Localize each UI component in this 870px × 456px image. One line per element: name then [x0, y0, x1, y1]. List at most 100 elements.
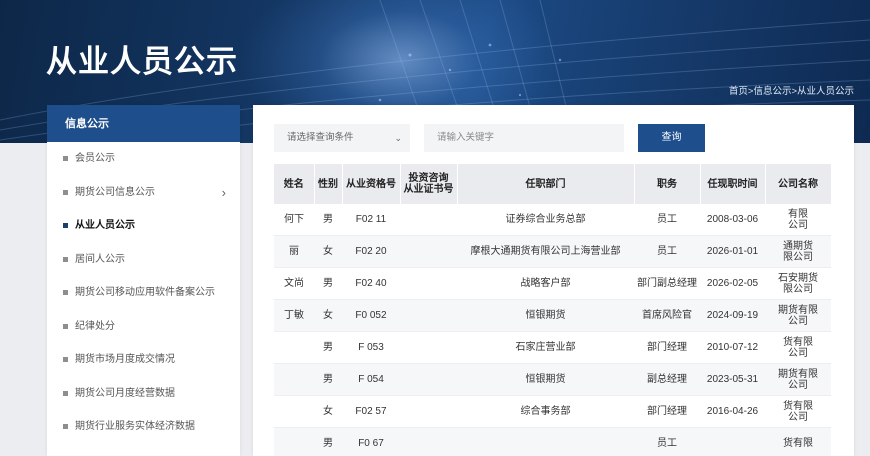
- sidebar-item-practitioners[interactable]: 从业人员公示: [47, 209, 240, 243]
- col-header-cert: 从业资格号: [342, 164, 401, 204]
- cell-title: 部门经理: [634, 331, 700, 364]
- cell-title: 部门副总经理: [634, 267, 700, 300]
- table-row: 男F 053 石家庄营业部 部门经理 2010-07-12 货有限 公司: [274, 331, 831, 364]
- cell-name: [274, 395, 314, 428]
- cell-date: 2023-05-31: [700, 363, 765, 396]
- breadcrumb[interactable]: 首页>信息公示>从业人员公示: [729, 83, 854, 97]
- query-condition-select[interactable]: 请选择查询条件 ⌄: [274, 124, 410, 152]
- col-header-name: 姓名: [274, 164, 315, 204]
- col-header-advisory: 投资咨询 从业证书号: [400, 164, 458, 204]
- sidebar-item-label: 期货市场月度成交情况: [75, 354, 175, 365]
- sidebar-item-label: 期货行业服务实体经济数据: [75, 421, 195, 432]
- bullet-icon: [63, 323, 68, 329]
- bullet-icon: [63, 189, 68, 195]
- sidebar-item-label: 从业人员公示: [75, 220, 135, 231]
- cell-advisory: [400, 235, 457, 268]
- cell-date: 2024-09-19: [700, 299, 765, 332]
- cell-company: 货有限 公司: [765, 395, 831, 428]
- sidebar-item-monthly-operations[interactable]: 期货公司月度经营数据: [47, 377, 240, 411]
- cell-gender: 女: [314, 299, 342, 332]
- cell-cert: F02 11: [342, 204, 400, 236]
- cell-cert: F 054: [342, 363, 400, 396]
- sidebar: 信息公示 会员公示 期货公司信息公示 › 从业人员公示 居间人公示 期货公司移动应…: [47, 105, 240, 456]
- cell-date: [700, 427, 765, 456]
- cell-dept: 证券综合业务总部: [457, 204, 634, 236]
- bullet-icon: [63, 424, 68, 429]
- cell-advisory: [400, 363, 457, 396]
- cell-name: 何下: [274, 204, 314, 236]
- sidebar-item-monthly-trading[interactable]: 期货市场月度成交情况: [47, 343, 240, 377]
- sidebar-menu: 会员公示 期货公司信息公示 › 从业人员公示 居间人公示 期货公司移动应用软件备案…: [47, 142, 240, 444]
- cell-dept: 战略客户部: [457, 267, 634, 300]
- cell-cert: F 053: [342, 331, 400, 364]
- search-button[interactable]: 查询: [638, 124, 705, 152]
- cell-advisory: [400, 267, 457, 300]
- table-body: 何下男 F02 11 证券综合业务总部 员工 2008-03-06 有限 公司丽女 F02 …: [274, 204, 831, 456]
- cell-cert: F02 20: [342, 235, 400, 268]
- cell-dept: 恒银期货: [457, 363, 634, 396]
- cell-date: 2010-07-12: [700, 331, 765, 364]
- cell-company: 石安期货 限公司: [765, 267, 831, 300]
- sidebar-item-member[interactable]: 会员公示: [47, 142, 240, 176]
- sidebar-item-company-info[interactable]: 期货公司信息公示 ›: [47, 176, 240, 210]
- col-header-title: 职务: [634, 164, 701, 204]
- breadcrumb-text[interactable]: 首页>信息公示>从业人员公示: [729, 86, 854, 97]
- cell-company: 期货有限 公司: [765, 299, 831, 332]
- cell-gender: 男: [314, 331, 342, 364]
- sidebar-item-mobile-app[interactable]: 期货公司移动应用软件备案公示: [47, 276, 240, 310]
- main-panel: 请选择查询条件 ⌄ 请输入关键字 查询 姓名 性别 从业资格号 投资咨询 从业证…: [253, 105, 854, 456]
- keyword-placeholder: 请输入关键字: [437, 132, 495, 143]
- cell-gender: 女: [314, 235, 342, 268]
- cell-dept: 摩根大通期货有限公司上海营业部: [457, 235, 634, 268]
- table-row: 男F 054 恒银期货 副总经理 2023-05-31 期货有限 公司: [274, 363, 831, 396]
- keyword-input[interactable]: 请输入关键字: [424, 124, 624, 152]
- cell-company: 通期货 限公司: [765, 235, 831, 268]
- cell-gender: 男: [314, 204, 342, 236]
- cell-advisory: [400, 395, 457, 428]
- cell-name: 丁敏: [274, 299, 314, 332]
- sidebar-heading: 信息公示: [47, 105, 240, 142]
- cell-cert: F0 052: [342, 299, 400, 332]
- cell-gender: 男: [314, 267, 342, 300]
- cell-title: 部门经理: [634, 395, 700, 428]
- sidebar-item-intermediary[interactable]: 居间人公示: [47, 243, 240, 277]
- cell-name: [274, 331, 314, 364]
- sidebar-item-discipline[interactable]: 纪律处分: [47, 310, 240, 344]
- bullet-icon: [63, 156, 68, 161]
- col-header-company: 公司名称: [765, 164, 832, 204]
- cell-title: 员工: [634, 235, 700, 268]
- table-header-row: 姓名 性别 从业资格号 投资咨询 从业证书号 任职部门 职务 任现职时间 公司名…: [274, 164, 832, 204]
- cell-cert: F02 40: [342, 267, 400, 300]
- table-row: 男 F0 67 员工 货有限: [274, 427, 831, 456]
- sidebar-item-label: 期货公司信息公示: [75, 186, 155, 198]
- cell-name: [274, 427, 314, 456]
- table-row: 文尚男 F02 40 战略客户部 部门副总经理 2026-02-05 石安期货 限公司: [274, 267, 831, 300]
- col-header-date: 任现职时间: [700, 164, 766, 204]
- col-header-gender: 性别: [314, 164, 343, 204]
- cell-date: 2008-03-06: [700, 204, 765, 236]
- table-row: 丽女 F02 20 摩根大通期货有限公司上海营业部 员工 2026-01-01 通期货 限…: [274, 235, 831, 268]
- chevron-right-icon[interactable]: ›: [222, 176, 226, 210]
- cell-date: 2016-04-26: [700, 395, 765, 428]
- cell-company: 货有限 公司: [765, 331, 831, 364]
- cell-advisory: [400, 427, 457, 456]
- cell-gender: 男: [314, 427, 342, 456]
- sidebar-item-real-economy[interactable]: 期货行业服务实体经济数据: [47, 410, 240, 444]
- col-header-dept: 任职部门: [457, 164, 635, 204]
- cell-dept: 恒银期货: [457, 299, 634, 332]
- chevron-down-icon: ⌄: [394, 133, 402, 143]
- cell-advisory: [400, 299, 457, 332]
- cell-company: 有限 公司: [765, 204, 831, 236]
- cell-name: [274, 363, 314, 396]
- bullet-icon: [63, 256, 68, 262]
- cell-title: 副总经理: [634, 363, 700, 396]
- practitioners-table: 姓名 性别 从业资格号 投资咨询 从业证书号 任职部门 职务 任现职时间 公司名…: [274, 164, 832, 456]
- cell-title: 员工: [634, 427, 700, 456]
- sidebar-item-label: 期货公司移动应用软件备案公示: [75, 287, 215, 298]
- cell-gender: 男: [314, 363, 342, 396]
- cell-cert: F02 57: [342, 395, 400, 428]
- sidebar-item-label: 期货公司月度经营数据: [75, 387, 175, 399]
- cell-name: 丽: [274, 235, 314, 268]
- page-title: 从业人员公示: [46, 44, 238, 79]
- cell-advisory: [400, 204, 457, 236]
